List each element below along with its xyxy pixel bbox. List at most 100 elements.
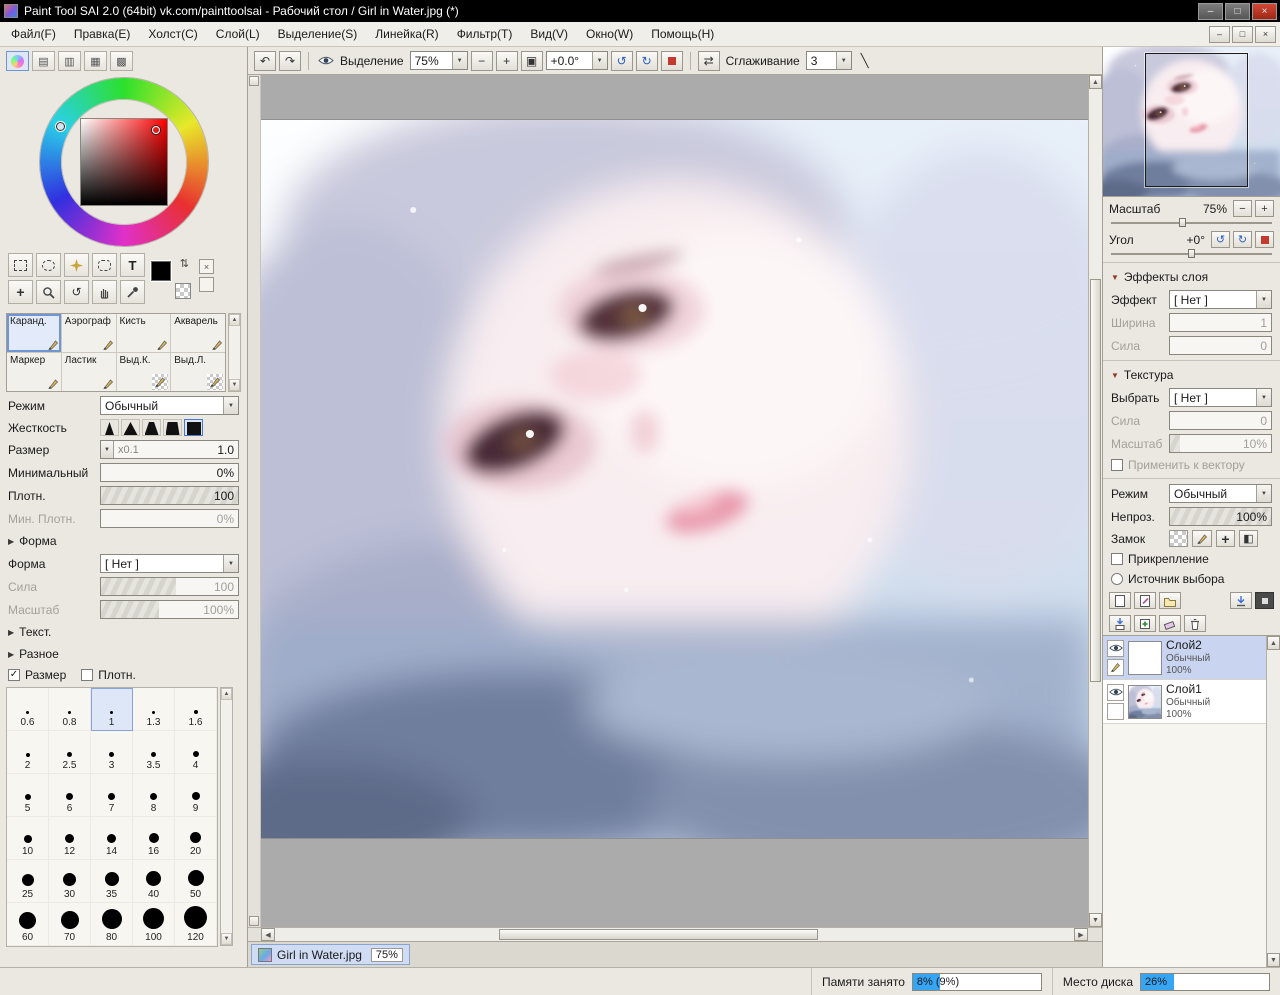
tab-color-mixer[interactable]: ▥ [58,51,81,71]
chevron-down-icon[interactable]: ▼ [101,441,114,458]
tool-cell-pencil[interactable]: Каранд. [7,314,61,352]
menu-item-7[interactable]: Вид(V) [521,23,577,45]
horizontal-scroll-track[interactable] [275,928,1074,941]
layers-scrollbar[interactable]: ▲ ▼ [1266,636,1280,967]
nav-zoom-out-button[interactable]: − [1233,200,1252,217]
effect-select[interactable]: [ Нет ]▼ [1169,290,1272,309]
text-tool[interactable]: T [120,253,145,277]
undo-button[interactable]: ↶ [254,51,276,71]
effect-width-slider[interactable]: 1 [1169,313,1272,332]
window-close-button[interactable]: × [1252,3,1277,20]
brush-size-16[interactable]: 16 [133,817,175,860]
shape-select[interactable]: [ Нет ]▼ [100,554,239,573]
texture-section-header[interactable]: ▶ Текст. [0,621,247,643]
tool-grid-scroll-track[interactable] [229,326,240,379]
brush-size-20[interactable]: 20 [175,817,217,860]
selection-eye-icon[interactable] [318,55,334,66]
brush-size-25[interactable]: 25 [7,860,49,903]
window-minimize-button[interactable]: – [1198,3,1223,20]
scroll-left-icon[interactable]: ◀ [261,928,275,941]
brush-size-60[interactable]: 60 [7,903,49,946]
doc-minimize-button[interactable]: – [1209,26,1230,43]
texture-select[interactable]: [ Нет ]▼ [1169,388,1272,407]
layer-item-layer2[interactable]: Слой2 Обычный 100% [1103,636,1266,680]
shape-section-header[interactable]: ▶ Форма [0,530,247,552]
brush-size-1.3[interactable]: 1.3 [133,688,175,731]
texture-scale-slider[interactable]: 10% [1169,434,1272,453]
brush-size-80[interactable]: 80 [91,903,133,946]
hue-marker[interactable] [56,122,65,131]
brush-size-1[interactable]: 1 [91,688,133,731]
doc-restore-button[interactable]: □ [1232,26,1253,43]
layers-scroll-track[interactable] [1267,650,1280,953]
brush-size-1.6[interactable]: 1.6 [175,688,217,731]
angle-select[interactable]: +0.0°▼ [546,51,608,70]
scroll-up-icon[interactable]: ▲ [229,314,240,326]
brush-size-30[interactable]: 30 [49,860,91,903]
vertical-scrollbar[interactable]: ▲ ▼ [1088,75,1102,927]
flip-horizontal-button[interactable]: ⇄ [698,51,720,71]
opacity-slider[interactable]: 100% [1169,507,1272,526]
zoom-out-button[interactable]: − [471,51,493,71]
brush-size-10[interactable]: 10 [7,817,49,860]
menu-item-6[interactable]: Фильтр(T) [448,23,522,45]
document-tab[interactable]: Girl in Water.jpg 75% [251,944,410,965]
layer-item-layer1[interactable]: Слой1 Обычный 100% [1103,680,1266,724]
magic-wand-tool[interactable] [64,253,89,277]
zoom-tool[interactable] [36,280,61,304]
sv-marker[interactable] [152,126,160,134]
no-color-button[interactable]: × [199,259,214,274]
round-select-tool[interactable] [92,253,117,277]
scroll-down-icon[interactable]: ▼ [1089,913,1102,927]
menu-item-0[interactable]: Файл(F) [2,23,65,45]
hand-tool[interactable] [92,280,117,304]
size-checkbox[interactable]: ✓ [8,669,20,681]
rotate-view-tool[interactable]: ↺ [64,280,89,304]
misc-section-header[interactable]: ▶ Разное [0,643,247,665]
apply-to-vector-checkbox[interactable] [1111,459,1123,471]
brush-size-12[interactable]: 12 [49,817,91,860]
window-maximize-button[interactable]: □ [1225,3,1250,20]
navigator-view-rect[interactable] [1145,53,1248,187]
brush-size-9[interactable]: 9 [175,774,217,817]
doc-close-button[interactable]: × [1255,26,1276,43]
brush-size-4[interactable]: 4 [175,731,217,774]
horizontal-scrollbar[interactable]: ◀ ▶ [261,928,1088,941]
scroll-right-icon[interactable]: ▶ [1074,928,1088,941]
texture-strength-slider[interactable]: 0 [1169,411,1272,430]
lock-pixels-button[interactable] [1192,530,1212,547]
hardness-4[interactable] [163,419,182,436]
brush-size-3.5[interactable]: 3.5 [133,731,175,774]
transfer-down-button[interactable] [1230,592,1252,609]
menu-item-1[interactable]: Правка(E) [65,23,140,45]
zoom-in-button[interactable]: + [496,51,518,71]
clear-layer-button[interactable] [1159,615,1181,632]
menu-item-2[interactable]: Холст(C) [139,23,206,45]
minimum-size-slider[interactable]: 0% [100,463,239,482]
tool-cell-marker[interactable]: Маркер [7,353,61,391]
new-vector-layer-button[interactable] [1134,592,1156,609]
min-density-slider[interactable]: 0% [100,509,239,528]
menu-item-4[interactable]: Выделение(S) [269,23,367,45]
brush-size-0.6[interactable]: 0.6 [7,688,49,731]
nav-angle-slider[interactable] [1111,249,1272,258]
effect-strength-slider[interactable]: 0 [1169,336,1272,355]
brush-size-0.8[interactable]: 0.8 [49,688,91,731]
angle-reset-button[interactable] [661,51,683,71]
foreground-color-swatch[interactable] [151,261,171,281]
panel-toggle-bottom-button[interactable] [249,916,259,926]
background-color-swatch[interactable] [175,283,191,299]
size-palette-scrollbar[interactable]: ▲ ▼ [220,687,233,946]
hardness-5[interactable] [184,419,203,436]
sv-square[interactable] [80,118,168,206]
tool-cell-select-pen[interactable]: Выд.К. [117,353,171,391]
effects-section-header[interactable]: ▼ Эффекты слоя [1103,266,1280,288]
tool-cell-eraser[interactable]: Ластик [62,353,116,391]
brush-mode-select[interactable]: Обычный▼ [100,396,239,415]
brush-size-40[interactable]: 40 [133,860,175,903]
brush-size-120[interactable]: 120 [175,903,217,946]
nav-zoom-in-button[interactable]: + [1255,200,1274,217]
layer-visible-icon[interactable] [1107,684,1124,701]
nav-angle-reset-button[interactable] [1255,231,1274,248]
scroll-up-icon[interactable]: ▲ [1089,75,1102,89]
